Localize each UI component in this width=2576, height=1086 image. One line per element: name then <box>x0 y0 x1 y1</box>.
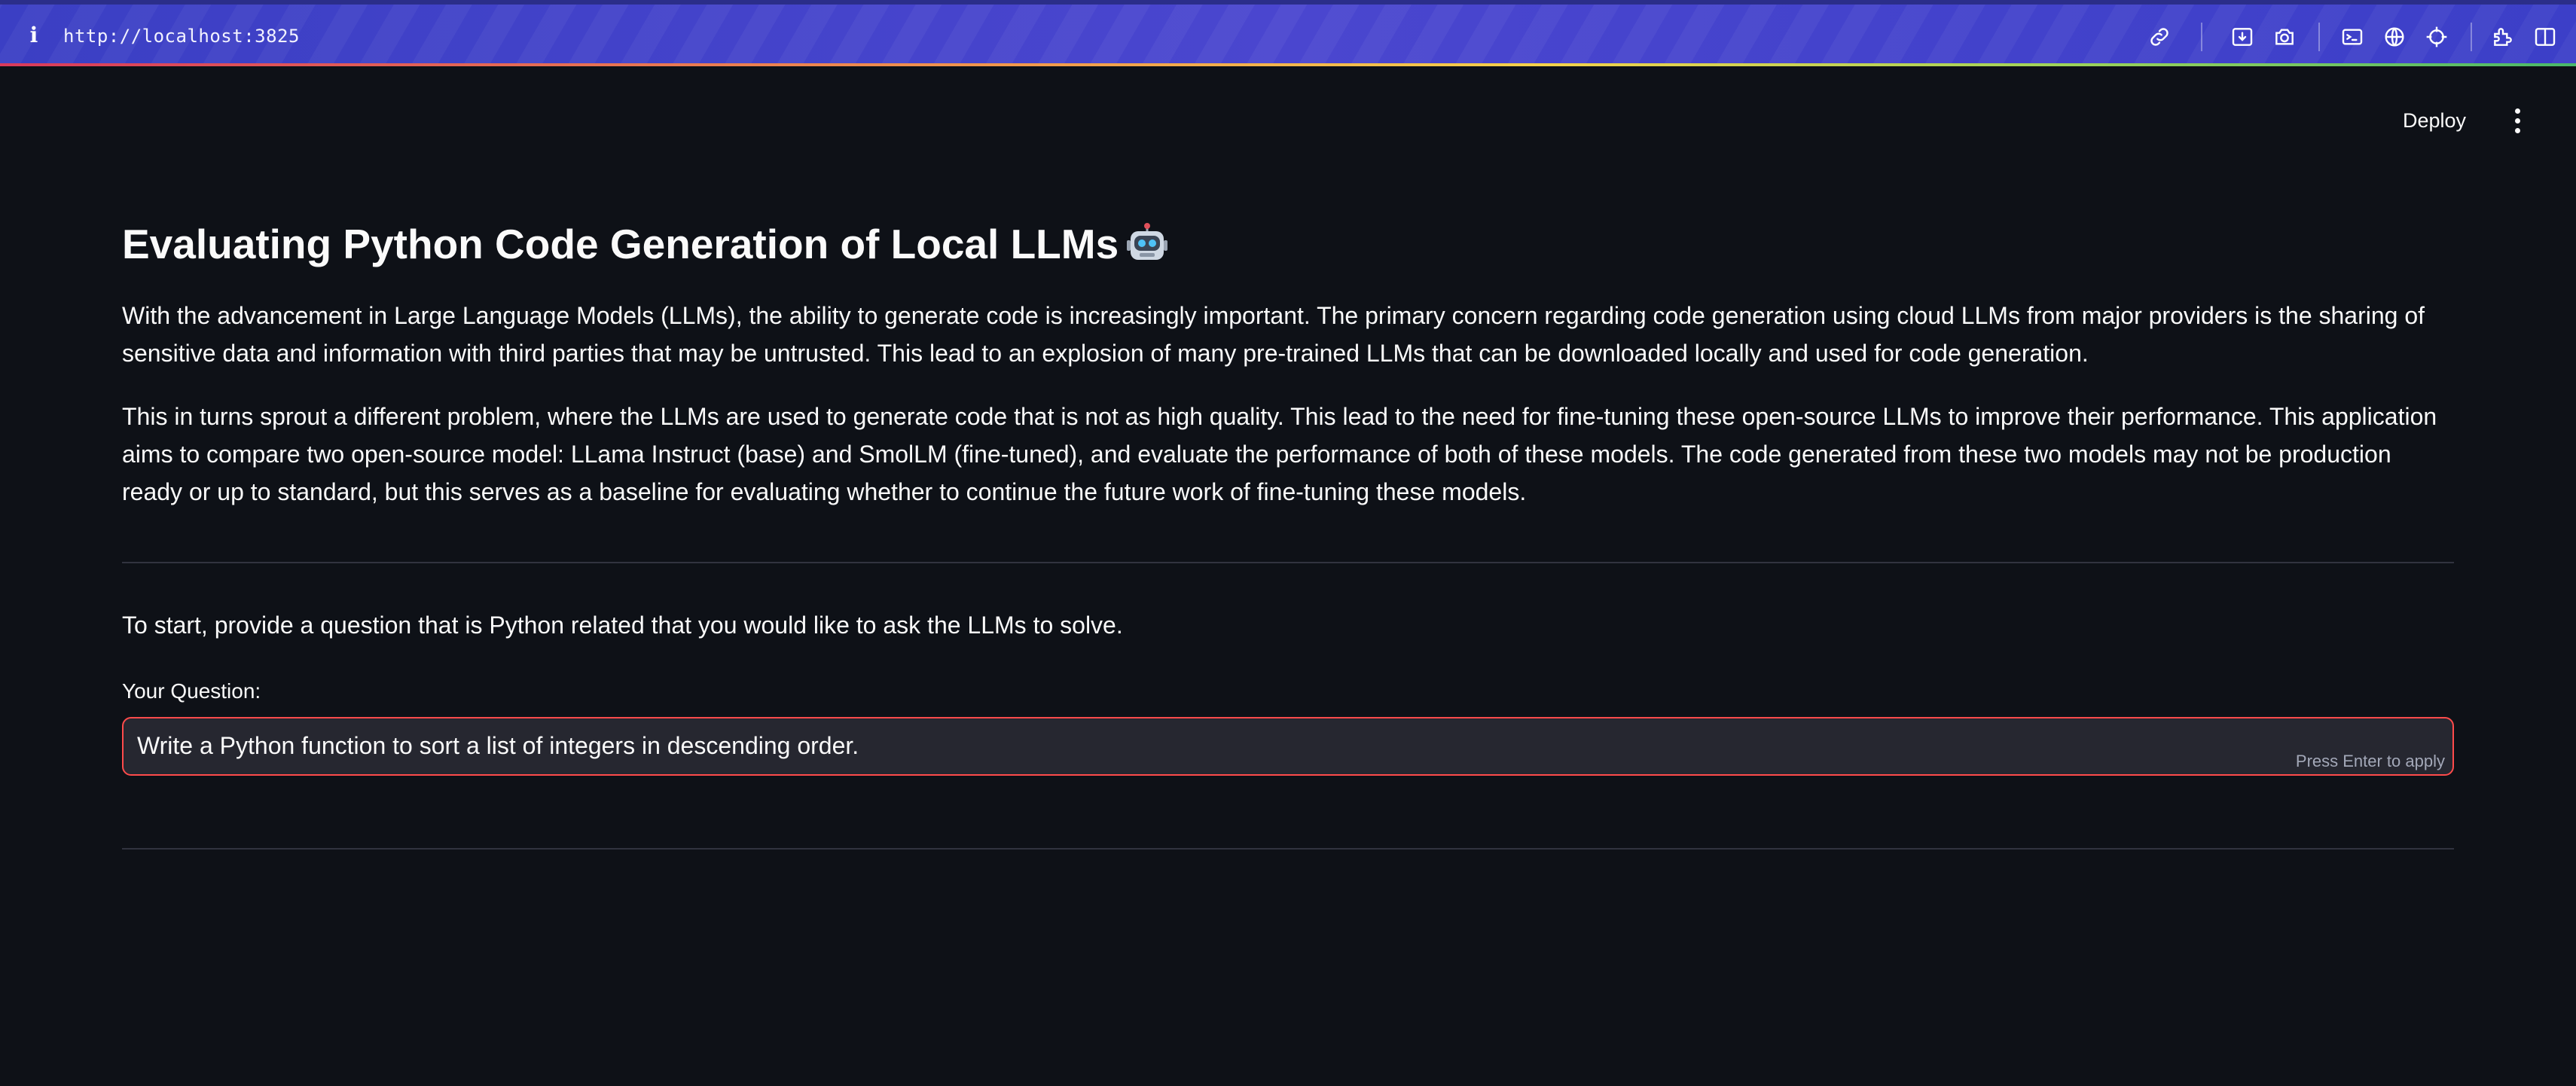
globe-icon[interactable] <box>2382 24 2407 50</box>
page-title-text: Evaluating Python Code Generation of Loc… <box>122 221 1119 267</box>
toolbar-accent-line <box>0 63 2576 66</box>
download-icon[interactable] <box>2230 24 2255 50</box>
page-title: Evaluating Python Code Generation of Loc… <box>122 220 1168 268</box>
instruction-text: To start, provide a question that is Pyt… <box>122 612 1123 639</box>
robot-emoji-icon <box>1127 223 1168 260</box>
terminal-icon[interactable] <box>2339 24 2365 50</box>
enter-hint: Press Enter to apply <box>2295 752 2445 770</box>
link-icon[interactable] <box>2147 24 2172 50</box>
intro-paragraph: With the advancement in Large Language M… <box>122 302 2425 367</box>
section-divider <box>122 562 2454 563</box>
section-divider <box>122 848 2454 850</box>
problem-paragraph: This in turns sprout a different problem… <box>122 403 2437 505</box>
more-vertical-icon[interactable] <box>2504 105 2531 136</box>
question-input[interactable]: Write a Python function to sort a list o… <box>122 717 2454 776</box>
toolbar-separator <box>2201 23 2202 51</box>
question-input-value[interactable]: Write a Python function to sort a list o… <box>137 732 859 760</box>
browser-toolbar: i http://localhost:3825 <box>0 0 2576 66</box>
sidebar-icon[interactable] <box>2532 24 2558 50</box>
toolbar-separator <box>2318 23 2320 51</box>
site-info-icon[interactable]: i <box>27 24 41 47</box>
toolbar-separator <box>2471 23 2472 51</box>
extension-icon[interactable] <box>2490 24 2516 50</box>
camera-icon[interactable] <box>2272 24 2297 50</box>
question-label: Your Question: <box>122 679 261 703</box>
deploy-button[interactable]: Deploy <box>2403 105 2466 136</box>
crosshair-icon[interactable] <box>2424 24 2449 50</box>
address-bar-url[interactable]: http://localhost:3825 <box>63 26 300 47</box>
